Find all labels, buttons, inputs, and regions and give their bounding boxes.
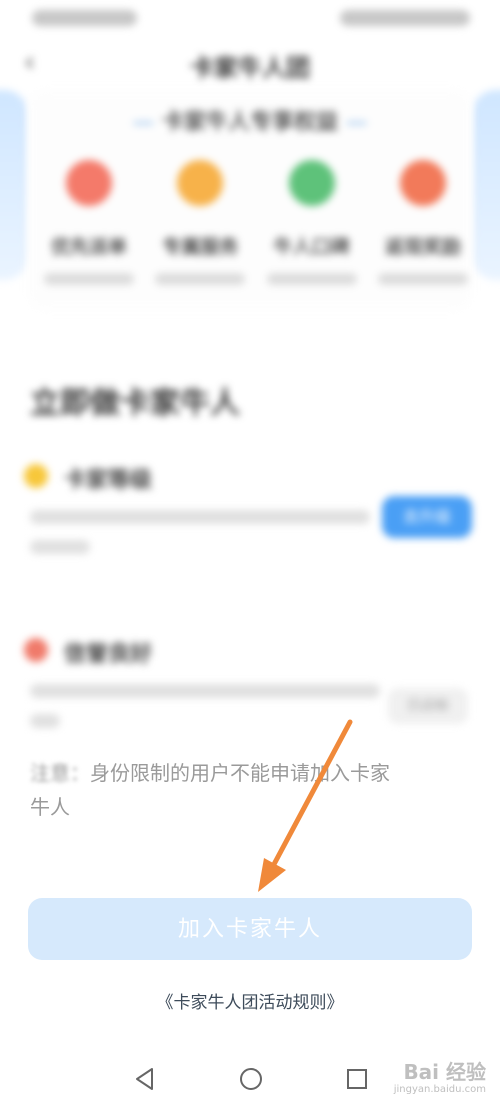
requirement-title: 信誉良好	[64, 642, 153, 667]
watermark-main: Bai 经验	[403, 1060, 486, 1084]
credit-dot-icon	[24, 638, 48, 662]
heading-deco-left-icon: —	[132, 110, 155, 135]
apply-section-title: 立即做卡家牛人	[30, 386, 240, 421]
benefit-reward-icon	[399, 160, 446, 206]
benefit-priority-icon	[66, 160, 112, 206]
rules-link[interactable]: 《卡家牛人团活动规则》	[0, 988, 500, 1013]
benefit-item[interactable]: 牛人口碑	[261, 160, 363, 285]
requirement-desc-line	[30, 684, 380, 698]
header: ‹ 卡家牛人团	[0, 40, 500, 84]
benefit-subtitle	[44, 273, 134, 285]
benefit-reputation-icon	[288, 160, 335, 206]
join-button[interactable]: 加入卡家牛人	[28, 898, 472, 960]
benefit-title: 专属服务	[162, 236, 239, 258]
status-bar-right	[340, 10, 470, 26]
upgrade-button[interactable]: 去升级	[382, 496, 472, 538]
watermark-domain: jingyan.baidu.com	[393, 1084, 486, 1095]
level-dot-icon	[24, 464, 48, 488]
nav-back-icon[interactable]	[130, 1064, 160, 1094]
heading-deco-right-icon: —	[345, 110, 368, 135]
side-decoration-left	[0, 90, 28, 280]
requirement-desc-line	[30, 510, 370, 524]
benefit-title: 优先派单	[50, 236, 127, 258]
benefit-item[interactable]: 优先派单	[38, 160, 140, 285]
nav-home-icon[interactable]	[236, 1064, 266, 1094]
status-bar-left	[32, 10, 137, 26]
benefit-title: 牛人口碑	[273, 236, 350, 258]
status-bar	[0, 0, 500, 34]
page-title: 卡家牛人团	[190, 54, 310, 82]
benefit-title: 返现奖励	[384, 236, 461, 258]
benefit-service-icon	[177, 160, 224, 206]
benefit-item[interactable]: 返现奖励	[372, 160, 474, 285]
benefit-subtitle	[377, 273, 468, 285]
note-prefix: 注意：	[30, 761, 90, 785]
benefits-card: — 卡家牛人专享权益 — 优先派单 专属服务 牛人口碑 返现奖励	[28, 90, 472, 310]
benefit-subtitle	[266, 273, 357, 285]
side-decoration-right	[472, 90, 500, 280]
benefits-heading-text: 卡家牛人专享权益	[161, 110, 338, 135]
watermark: Bai 经验 jingyan.baidu.com	[393, 1056, 486, 1104]
requirement-desc-line	[30, 540, 90, 554]
requirement-desc-line	[30, 714, 60, 728]
benefits-list: 优先派单 专属服务 牛人口碑 返现奖励	[38, 160, 474, 285]
benefit-subtitle	[155, 273, 246, 285]
note-text: 注意：身份限制的用户不能申请加入卡家牛人	[30, 756, 390, 824]
qualified-badge: 已达标	[388, 688, 468, 724]
requirement-credit: 信誉良好 已达标	[24, 636, 476, 746]
benefit-item[interactable]: 专属服务	[149, 160, 251, 285]
requirement-title: 卡家等级	[64, 468, 153, 493]
benefits-heading: — 卡家牛人专享权益 —	[28, 104, 472, 136]
requirement-level: 卡家等级 去升级	[24, 462, 476, 562]
nav-recent-apps-icon[interactable]	[342, 1064, 372, 1094]
